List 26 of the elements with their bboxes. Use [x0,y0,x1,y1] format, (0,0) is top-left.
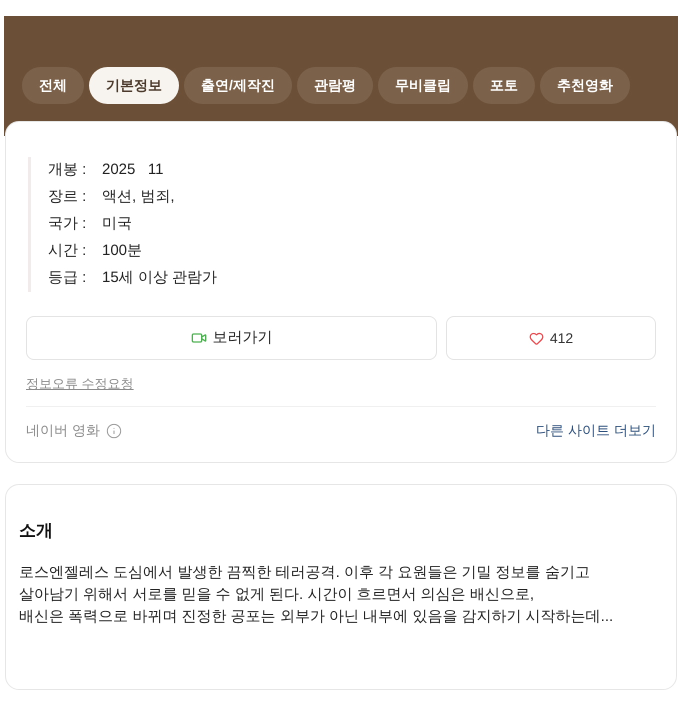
tab[interactable]: 출연/제작진 [184,67,292,104]
tab[interactable]: 관람평 [296,67,373,104]
info-value: 미국 [102,214,132,234]
source-label: 네이버 영화 [26,421,100,440]
info-label: 개봉 : [48,160,88,180]
info-label: 국가 : [48,214,88,234]
watch-button[interactable]: 보러가기 [26,316,437,360]
tab[interactable]: 포토 [472,67,535,104]
more-sites-link[interactable]: 다른 사이트 더보기 [536,420,656,441]
tab[interactable]: 추천영화 [540,67,630,104]
info-icon[interactable] [106,422,122,438]
info-label: 장르 : [48,187,88,208]
info-value: 15세 이상 관람가 [102,268,218,288]
tab[interactable]: 기본정보 [89,67,179,104]
info-label: 등급 : [48,268,88,288]
info-value: 100분 [102,241,142,262]
tab[interactable]: 무비클립 [378,67,468,104]
synopsis-text: 로스엔젤레스 도심에서 발생한 끔찍한 테러공격. 이후 각 요원들은 기밀 정보를 숨기고 살아남기 위해서 서로를 믿을 수 없게 된다. 시간이 흐르면서 의심은 배신으로, 배신은 폭력으로 바뀌며 진정한 공포는 외부가 아닌 내부에 있음을 감지하기 시작하는데... [19,562,614,626]
info-label: 시간 : [48,241,88,262]
info-value: 액션, 범죄, [102,187,175,208]
like-button[interactable]: 412 [446,316,656,360]
synopsis-title: 소개 [19,520,54,542]
tab[interactable]: 전체 [22,67,84,104]
info-value: 2025 11 [102,160,164,180]
heart-icon [528,330,544,346]
report-error-link[interactable]: 정보오류 수정요청 [26,376,134,391]
